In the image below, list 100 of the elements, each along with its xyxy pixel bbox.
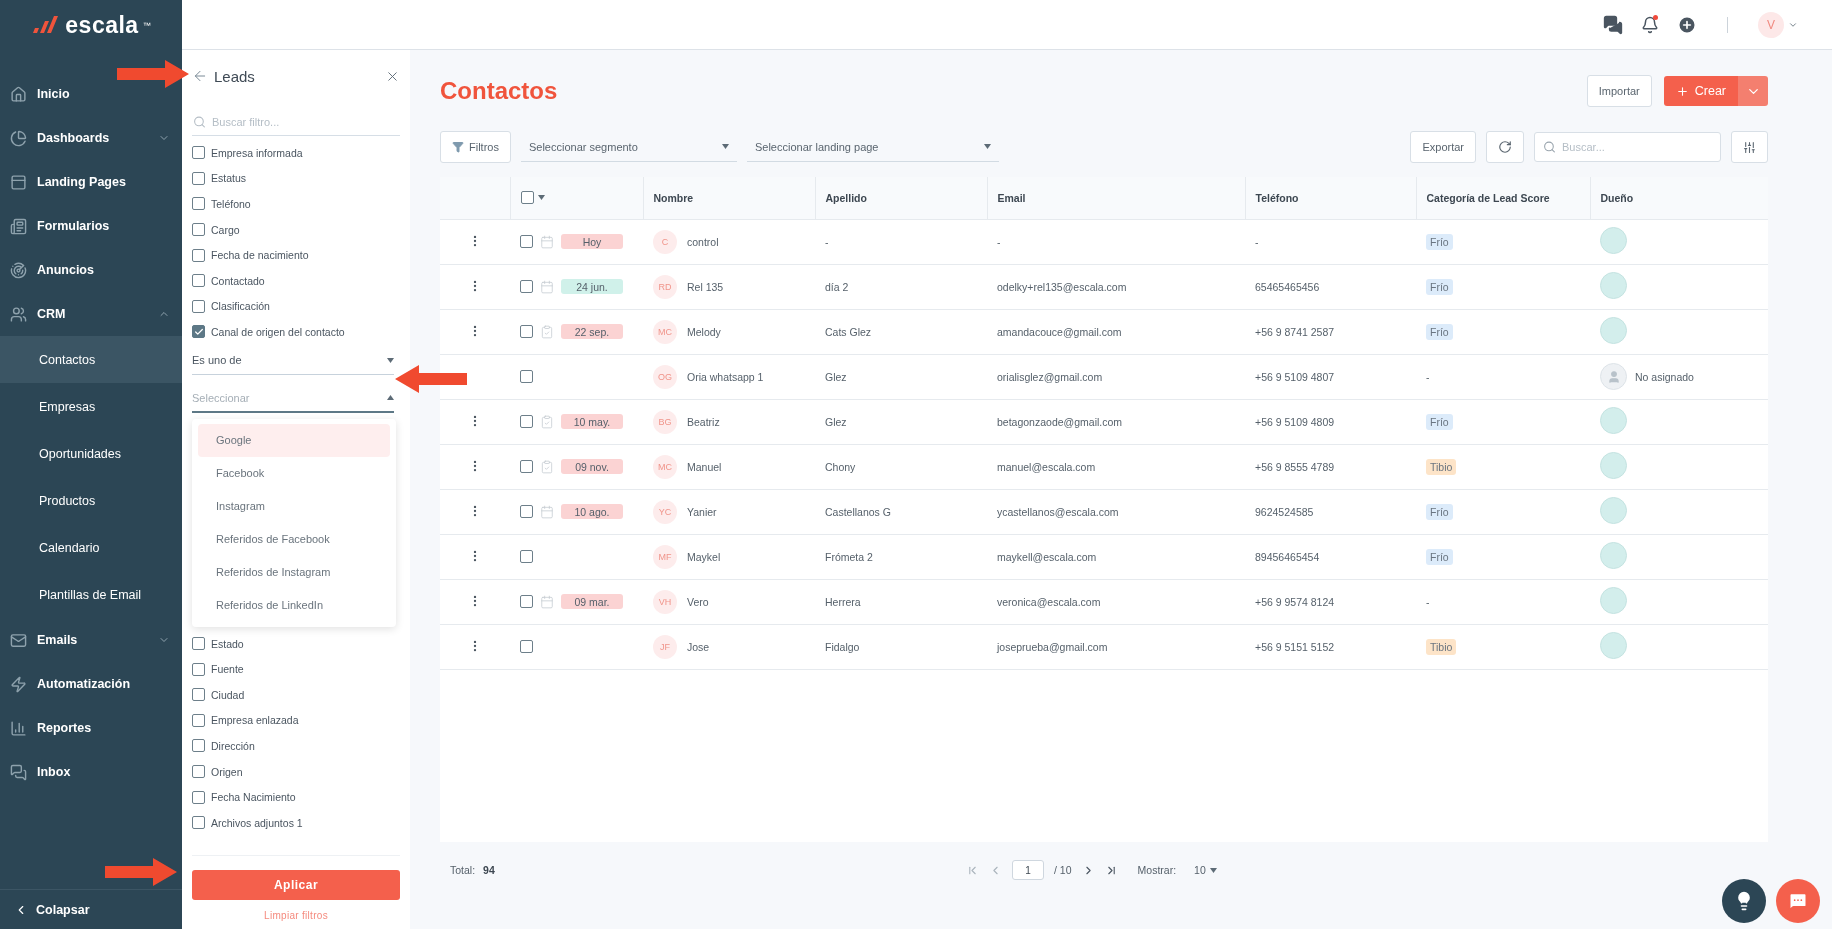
clipboard-check-icon (540, 459, 554, 474)
nav-item[interactable]: Reportes (0, 706, 182, 750)
nav-item[interactable]: Automatización (0, 662, 182, 706)
landing-page-select[interactable]: Seleccionar landing page (746, 132, 999, 162)
filters-button[interactable]: Filtros (440, 131, 511, 163)
nav-item[interactable]: Dashboards (0, 116, 182, 160)
operator-select[interactable]: Es uno de (192, 348, 394, 375)
contact-name[interactable]: Beatriz (687, 415, 720, 428)
dropdown-option[interactable]: Instagram (198, 489, 390, 523)
filter-option[interactable]: Dirección (192, 733, 400, 759)
dropdown-option[interactable]: Referidos de Instagram (198, 555, 390, 589)
filter-option[interactable]: Fuente (192, 656, 400, 682)
dropdown-option[interactable]: Referidos de LinkedIn (198, 588, 390, 622)
checkbox[interactable] (520, 415, 533, 428)
nav-item[interactable]: Anuncios (0, 248, 182, 292)
filter-option[interactable]: Fecha de nacimiento (192, 242, 400, 268)
nav-subitem[interactable]: Empresas (0, 383, 182, 430)
filter-option[interactable]: Archivos adjuntos 1 (192, 809, 400, 836)
annotation-arrow (395, 365, 467, 393)
nav-item[interactable]: Emails (0, 618, 182, 662)
panel-title: Leads (214, 67, 256, 85)
chat-icon[interactable] (1603, 14, 1623, 35)
checkbox[interactable] (520, 640, 533, 653)
checkbox[interactable] (192, 637, 205, 651)
checkbox[interactable] (192, 688, 205, 702)
checkbox[interactable] (520, 325, 533, 338)
checkbox[interactable] (192, 662, 205, 676)
notifications-icon[interactable] (1641, 15, 1659, 34)
checkbox[interactable] (192, 739, 205, 753)
contact-name[interactable]: Maykel (687, 550, 721, 563)
nav-subitem[interactable]: Calendario (0, 524, 182, 571)
filter-option[interactable]: Estado (192, 630, 400, 657)
nav-subitem[interactable]: Contactos (0, 336, 182, 383)
back-button[interactable] (192, 68, 208, 84)
checkbox[interactable] (192, 325, 205, 339)
filter-option[interactable]: Origen (192, 758, 400, 785)
select-all-checkbox[interactable] (520, 191, 534, 205)
checkbox[interactable] (520, 505, 533, 518)
checkbox[interactable] (520, 370, 533, 383)
checkbox[interactable] (192, 816, 205, 830)
checkbox[interactable] (520, 235, 533, 248)
filter-option[interactable]: Ciudad (192, 681, 400, 708)
checkbox[interactable] (192, 274, 205, 288)
import-button[interactable]: Importar (1586, 75, 1652, 107)
contact-name[interactable]: Oria whatsapp 1 (687, 370, 764, 383)
nav-item[interactable]: CRM (0, 292, 182, 336)
owner-avatar (1600, 452, 1627, 479)
filter-option[interactable]: Cargo (192, 216, 400, 243)
page-size-select[interactable]: 10 (1194, 864, 1217, 876)
checkbox[interactable] (520, 280, 533, 293)
owner-avatar (1600, 317, 1627, 344)
contact-name[interactable]: control (687, 235, 719, 248)
search-field[interactable]: Buscar... (1534, 132, 1721, 162)
checkbox[interactable] (192, 223, 205, 237)
contact-name[interactable]: Jose (687, 640, 710, 653)
contact-name[interactable]: Yanier (687, 505, 717, 518)
nav-item[interactable]: Landing Pages (0, 160, 182, 204)
checkbox[interactable] (192, 146, 205, 160)
add-icon[interactable] (1677, 14, 1697, 35)
dropdown-option[interactable]: Referidos de Facebook (198, 522, 390, 556)
filter-option[interactable]: Contactado (192, 267, 400, 294)
nav-item[interactable]: Inicio (0, 72, 182, 116)
checkbox[interactable] (192, 171, 205, 185)
nav-subitem[interactable]: Productos (0, 477, 182, 524)
contact-name[interactable]: Vero (687, 595, 709, 608)
filter-option[interactable]: Estatus (192, 165, 400, 192)
nav-item[interactable]: Formularios (0, 204, 182, 248)
filter-option[interactable]: Empresa enlazada (192, 707, 400, 734)
checkbox[interactable] (520, 460, 533, 473)
page-field[interactable]: 1 (1012, 860, 1045, 880)
contact-name[interactable]: Manuel (687, 460, 722, 473)
filter-search-field[interactable]: Buscar filtro... (192, 108, 400, 136)
table-cell: joseprueba@gmail.com (987, 624, 1245, 669)
checkbox[interactable] (192, 248, 205, 262)
nav-icon (10, 261, 27, 279)
checkbox[interactable] (192, 197, 205, 211)
filter-option[interactable]: Teléfono (192, 191, 400, 217)
dropdown-option[interactable]: Google (198, 423, 390, 457)
contact-name[interactable]: Melody (687, 325, 721, 338)
date-tag: 09 mar. (561, 594, 623, 609)
nav-item[interactable]: Inbox (0, 750, 182, 794)
segment-select[interactable]: Seleccionar segmento (520, 132, 737, 162)
export-button[interactable]: Exportar (1410, 131, 1476, 163)
filter-option[interactable]: Empresa informada (192, 140, 400, 166)
checkbox[interactable] (192, 299, 205, 313)
checkbox[interactable] (192, 765, 205, 778)
dropdown-option[interactable]: Facebook (198, 456, 390, 490)
filter-option[interactable]: Fecha Nacimiento (192, 784, 400, 810)
checkbox[interactable] (192, 713, 205, 727)
filter-option[interactable]: Clasificación (192, 293, 400, 320)
filter-option[interactable]: Canal de origen del contacto (192, 319, 400, 345)
refresh-button[interactable] (1486, 131, 1524, 163)
checkbox[interactable] (520, 595, 533, 608)
nav-subitem[interactable]: Oportunidades (0, 430, 182, 477)
settings-button[interactable] (1731, 131, 1768, 163)
checkbox[interactable] (192, 790, 205, 804)
checkbox[interactable] (520, 550, 533, 563)
nav-subitem[interactable]: Plantillas de Email (0, 571, 182, 618)
contact-name[interactable]: Rel 135 (687, 280, 724, 293)
nav-icon (10, 631, 27, 649)
